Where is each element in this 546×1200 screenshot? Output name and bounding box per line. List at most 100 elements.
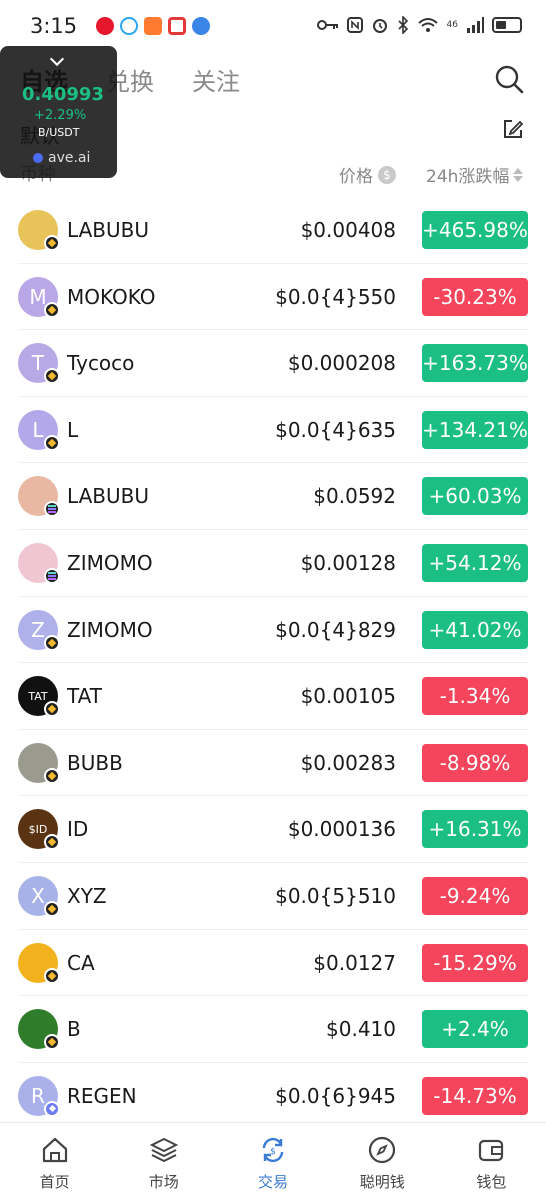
tab-follow[interactable]: 关注	[192, 62, 240, 97]
weibo-icon	[96, 17, 114, 35]
widget-brand-label: ave.ai	[48, 150, 91, 166]
coin-symbol: MOKOKO	[67, 284, 156, 309]
widget-pair: B/USDT	[38, 126, 80, 139]
coin-price: $0.0127	[313, 950, 396, 975]
app-orange-icon	[144, 17, 162, 35]
coin-change-badge[interactable]: +16.31%	[422, 810, 528, 849]
coin-price: $0.0{4}550	[275, 284, 396, 309]
bluetooth-icon	[397, 16, 408, 34]
status-indicators: 46	[316, 16, 522, 34]
widget-brand: ave.ai	[33, 150, 90, 166]
coin-row[interactable]: TAT TAT $0.00105 -1.34%	[18, 663, 528, 730]
column-change[interactable]: 24h涨跌幅	[426, 162, 524, 187]
column-price[interactable]: 价格 $	[339, 162, 396, 187]
wallet-icon	[479, 1139, 504, 1162]
coin-symbol: REGEN	[67, 1083, 137, 1108]
coin-change-badge[interactable]: +54.12%	[422, 543, 528, 582]
home-icon	[42, 1137, 67, 1163]
coin-change-badge[interactable]: -9.24%	[422, 876, 528, 915]
coin-row[interactable]: Z ZIMOMO $0.0{4}829 +41.02%	[18, 597, 528, 664]
coin-symbol: LABUBU	[67, 484, 150, 509]
coin-change-badge[interactable]: +2.4%	[422, 1010, 528, 1049]
nav-wallet[interactable]: 钱包	[437, 1123, 546, 1200]
coin-row[interactable]: ZIMOMO $0.00128 +54.12%	[18, 530, 528, 597]
edit-icon[interactable]	[502, 118, 524, 140]
coin-symbol: B	[67, 1017, 81, 1042]
coin-symbol: ZIMOMO	[67, 550, 153, 575]
coin-row[interactable]: R REGEN $0.0{6}945 -14.73%	[18, 1063, 528, 1130]
coin-row[interactable]: LABUBU $0.0592 +60.03%	[18, 463, 528, 530]
sol-chain-icon	[44, 567, 60, 584]
nav-home-label: 首页	[39, 1173, 70, 1191]
ave-logo-icon	[33, 153, 43, 163]
bsc-chain-icon	[44, 767, 60, 784]
coin-change-badge[interactable]: +163.73%	[422, 344, 528, 383]
coin-change-badge[interactable]: -1.34%	[422, 677, 528, 716]
coin-price: $0.0{4}829	[275, 617, 396, 642]
bsc-chain-icon	[44, 235, 60, 251]
coin-price: $0.00105	[300, 684, 396, 709]
coin-list: LABUBU $0.00408 +465.98% M MOKOKO $0.0{4}550-…	[18, 197, 528, 1130]
coin-price: $0.0{6}945	[275, 1083, 396, 1108]
coin-change-badge[interactable]: +60.03%	[422, 477, 528, 516]
coin-row[interactable]: L L $0.0{4}635 +134.21%	[18, 397, 528, 464]
search-icon[interactable]	[494, 64, 524, 94]
layers-icon	[149, 1137, 179, 1163]
coin-symbol: BUBB	[67, 750, 123, 775]
widget-price: 0.40993	[22, 84, 104, 105]
coin-change-badge[interactable]: +134.21%	[422, 410, 528, 449]
status-time: 3:15	[30, 14, 78, 38]
coin-price: $0.0{4}635	[275, 417, 396, 442]
chevron-down-icon[interactable]	[49, 51, 65, 67]
dollar-icon[interactable]: $	[378, 165, 396, 184]
widget-change: +2.29%	[34, 108, 87, 123]
coin-symbol: XYZ	[67, 883, 107, 908]
sol-chain-icon	[44, 501, 60, 518]
coin-price: $0.410	[326, 1017, 396, 1042]
coin-price: $0.0592	[313, 484, 396, 509]
coin-price: $0.00408	[300, 218, 396, 242]
coin-row[interactable]: T Tycoco $0.000208 +163.73%	[18, 330, 528, 397]
coin-row[interactable]: B $0.410 +2.4%	[18, 996, 528, 1063]
bsc-chain-icon	[44, 701, 60, 718]
coin-row[interactable]: M MOKOKO $0.0{4}550 -30.23%	[18, 264, 528, 331]
floating-price-widget[interactable]: 0.40993 +2.29% B/USDT ave.ai	[0, 46, 117, 178]
nav-smart-money[interactable]: 聪明钱	[328, 1123, 437, 1200]
compass-icon	[369, 1136, 396, 1164]
nfc-icon	[346, 17, 363, 33]
coin-row[interactable]: X XYZ $0.0{5}510 -9.24%	[18, 863, 528, 930]
coin-row[interactable]: BUBB $0.00283 -8.98%	[18, 730, 528, 797]
app-red-icon	[168, 17, 186, 35]
sort-icon[interactable]	[513, 167, 524, 182]
coin-change-badge[interactable]: +465.98%	[422, 211, 528, 249]
nav-home[interactable]: 首页	[0, 1123, 109, 1200]
nav-market[interactable]: 市场	[109, 1123, 218, 1200]
coin-symbol: ID	[67, 817, 89, 842]
coin-symbol: TAT	[67, 684, 103, 709]
bsc-chain-icon	[44, 634, 60, 651]
coin-row[interactable]: $ID ID $0.000136 +16.31%	[18, 796, 528, 863]
bottom-nav: 首页 市场 $ 交易 聪明钱 钱包	[0, 1122, 546, 1200]
coin-symbol: LABUBU	[67, 218, 150, 242]
coin-row[interactable]: CA $0.0127 -15.29%	[18, 930, 528, 997]
globe-icon	[192, 17, 210, 35]
bsc-chain-icon	[44, 434, 60, 451]
coin-change-badge[interactable]: -30.23%	[422, 277, 528, 316]
bsc-chain-icon	[44, 1034, 60, 1051]
coin-change-badge[interactable]: -15.29%	[422, 943, 528, 982]
coin-symbol: L	[67, 417, 79, 442]
nav-trade[interactable]: $ 交易	[218, 1123, 327, 1200]
bsc-chain-icon	[44, 834, 60, 851]
coin-change-badge[interactable]: -8.98%	[422, 743, 528, 782]
bsc-chain-icon	[44, 900, 60, 917]
coin-change-badge[interactable]: -14.73%	[422, 1076, 528, 1115]
nav-market-label: 市场	[148, 1173, 179, 1191]
coin-price: $0.000136	[287, 817, 396, 842]
key-icon	[316, 20, 338, 30]
battery-icon	[492, 17, 522, 33]
nav-trade-label: 交易	[258, 1173, 289, 1191]
coin-change-badge[interactable]: +41.02%	[422, 610, 528, 649]
bsc-chain-icon	[44, 368, 60, 385]
network-label: 46	[446, 20, 458, 30]
coin-row[interactable]: LABUBU $0.00408 +465.98%	[18, 197, 528, 264]
